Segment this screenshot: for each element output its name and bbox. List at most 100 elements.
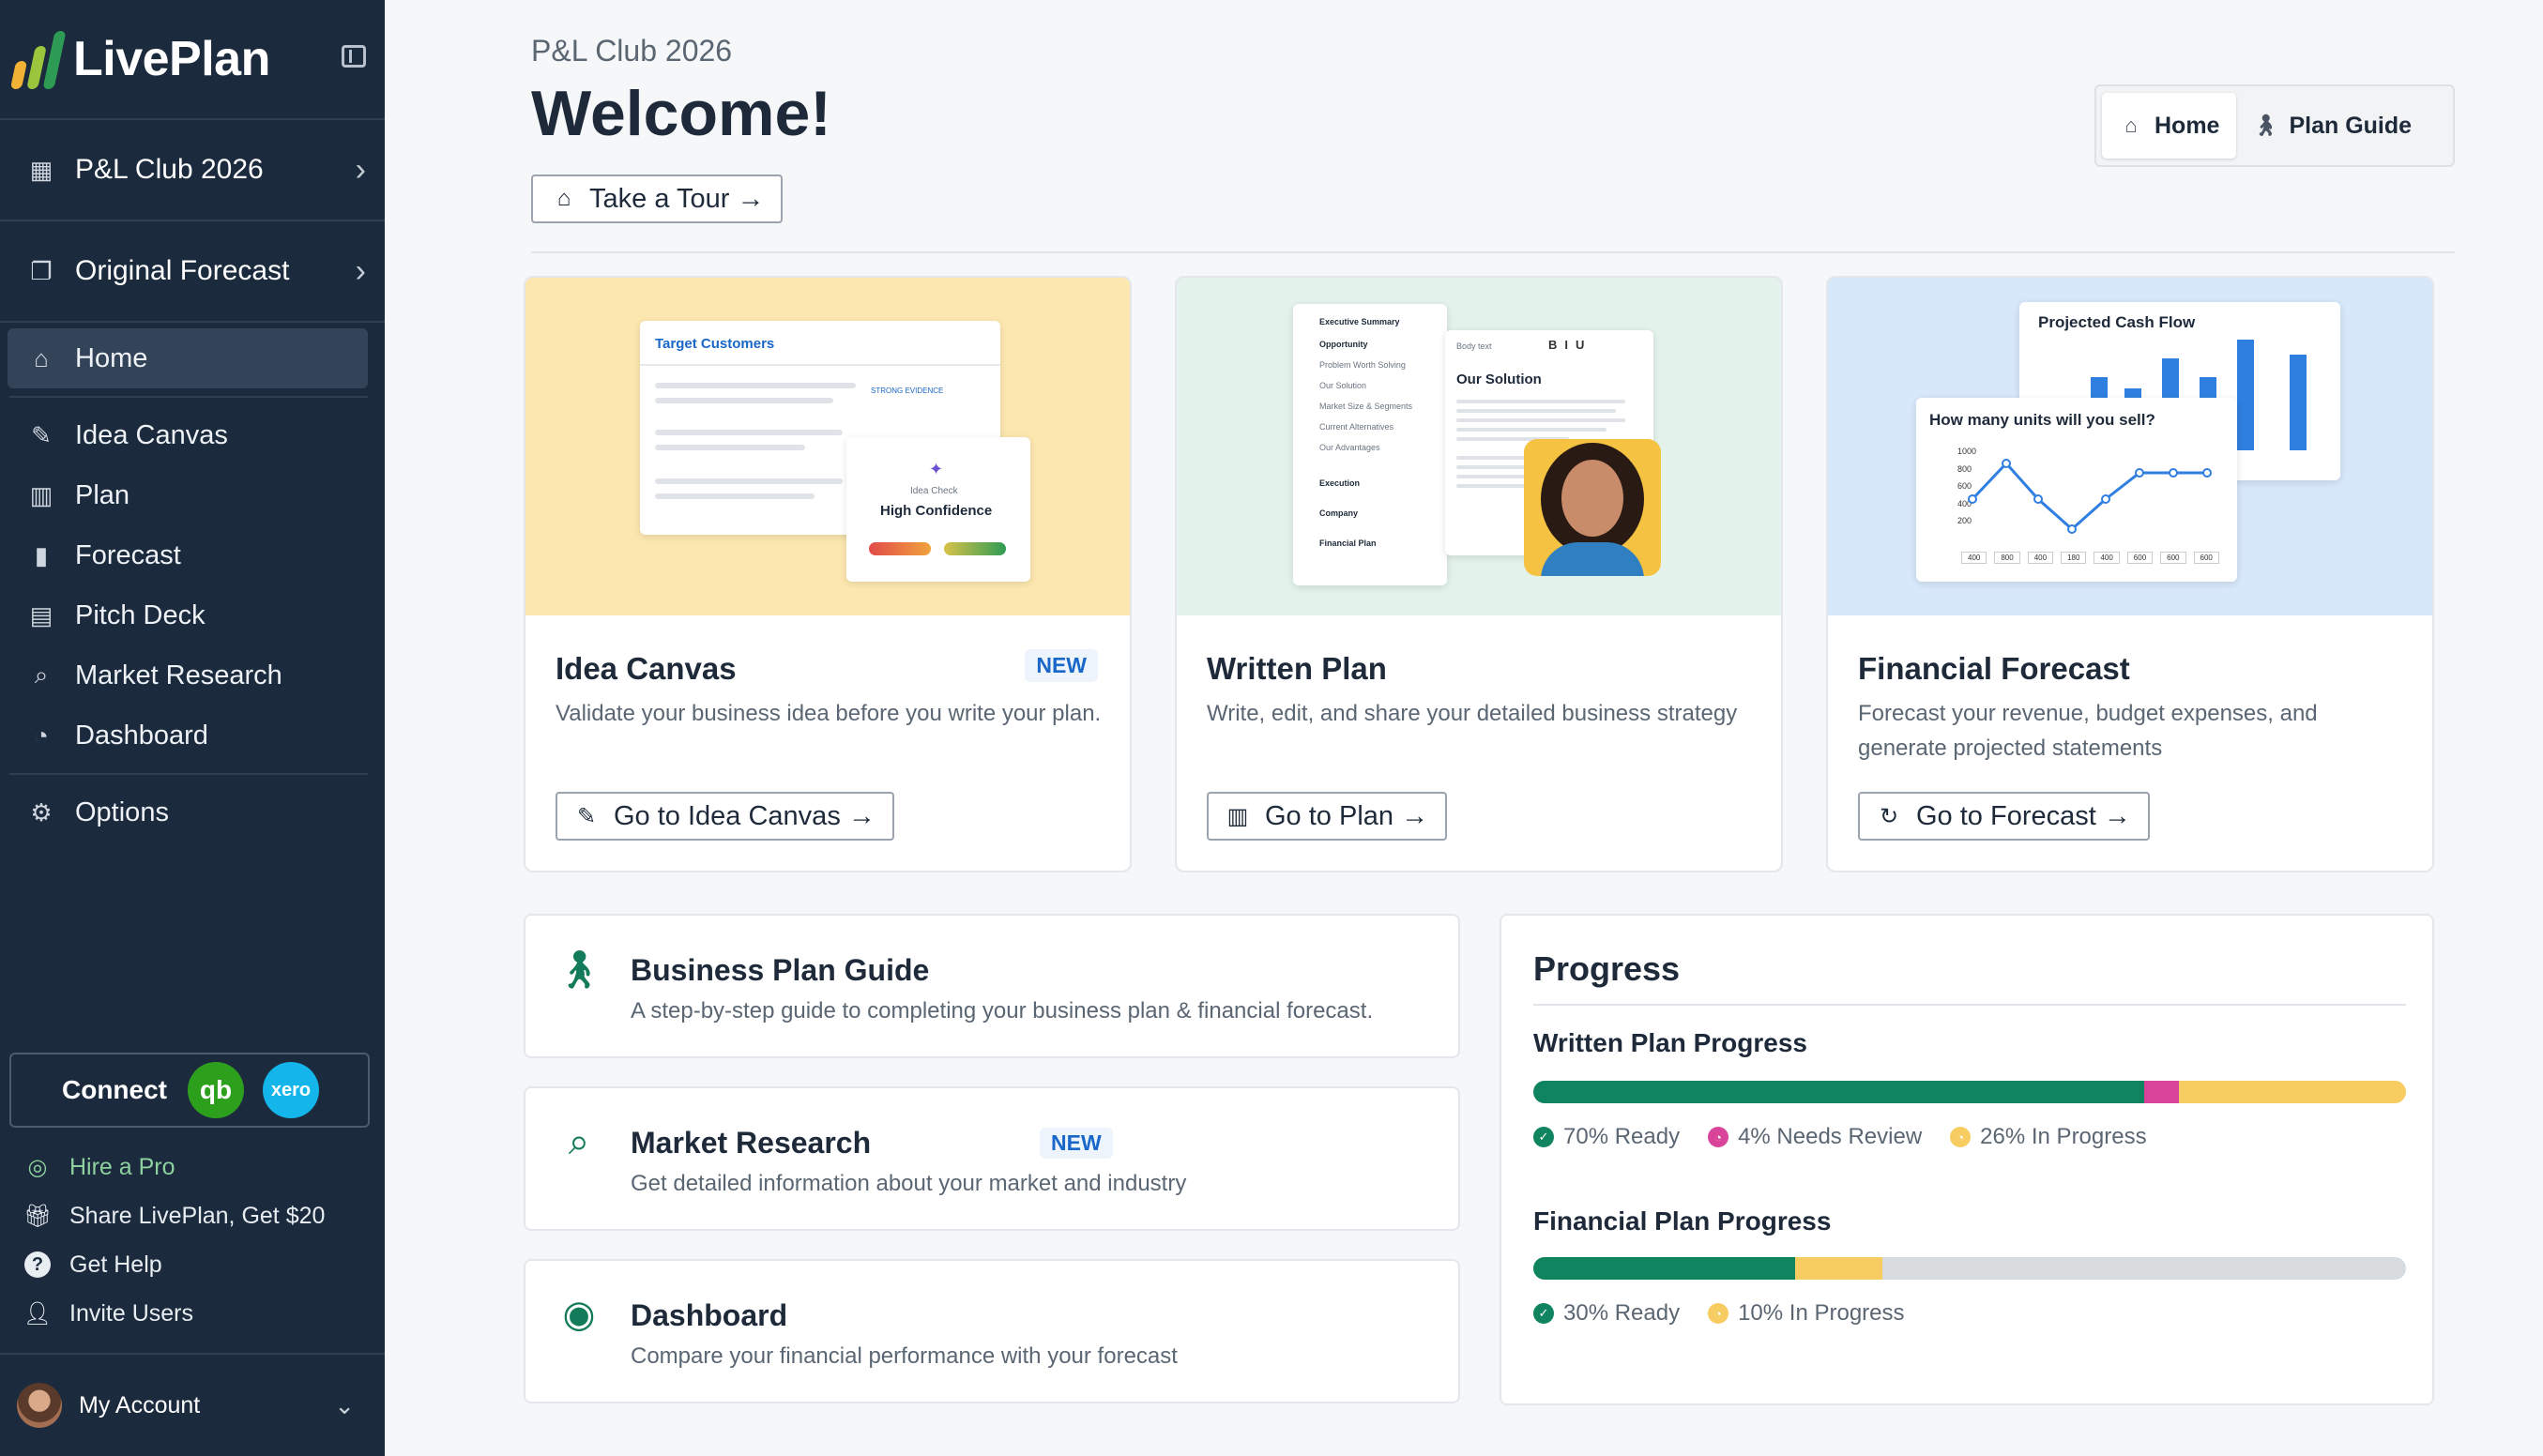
home-icon: ⌂ <box>34 343 49 372</box>
legend-ready: 70% Ready <box>1563 1124 1681 1149</box>
store-icon: ▦ <box>29 155 53 184</box>
sidebar-item-label: Idea Canvas <box>75 419 228 450</box>
go-to-forecast-button[interactable]: ↻ Go to Forecast → <box>1858 792 2150 841</box>
financial-forecast-illustration: Projected Cash Flow How many units will … <box>1828 278 2432 615</box>
toc-item: Executive Summary <box>1319 317 1400 326</box>
sidebar-item-dashboard[interactable]: ◔ Dashboard <box>0 705 385 766</box>
my-account-menu[interactable]: My Account ⌄ <box>0 1353 385 1456</box>
tile-title: Market Research <box>631 1126 872 1160</box>
sheet-title: Target Customers <box>655 336 775 352</box>
tab-home[interactable]: ⌂ Home <box>2102 93 2237 159</box>
tab-plan-guide[interactable]: 🚶︎ Plan Guide <box>2236 93 2429 159</box>
button-label: Go to Idea Canvas → <box>614 800 876 831</box>
editor-heading: Our Solution <box>1456 372 1542 387</box>
progress-panel: Progress Written Plan Progress ✓ 70% Read… <box>1500 914 2434 1405</box>
business-plan-guide-tile[interactable]: 🚶︎ Business Plan Guide A step-by-step gu… <box>524 914 1460 1058</box>
progress-title: Progress <box>1533 949 1681 988</box>
market-research-tile[interactable]: ⌕ Market Research NEW Get detailed infor… <box>524 1086 1460 1231</box>
forecast-selector[interactable]: ❐ Original Forecast › <box>0 221 385 323</box>
chevron-right-icon: › <box>355 151 366 188</box>
invite-users-label: Invite Users <box>69 1299 193 1327</box>
sidebar-item-plan[interactable]: ▥ Plan <box>0 465 385 525</box>
idea-canvas-card: Target Customers STRONG EVIDENCE ✦ Idea … <box>524 276 1132 872</box>
sidebar-item-idea-canvas[interactable]: ✎ Idea Canvas <box>0 405 385 465</box>
sidebar-item-label: Forecast <box>75 539 181 570</box>
units-chart-sheet: How many units will you sell? 1000 800 600… <box>1916 398 2237 582</box>
sidebar-item-forecast[interactable]: ▮ Forecast <box>0 525 385 585</box>
add-user-icon: 👤︎ <box>23 1300 53 1327</box>
quickbooks-icon: qb <box>188 1062 244 1118</box>
sidebar-item-market-research[interactable]: ⌕ Market Research <box>0 645 385 705</box>
toc-item: Current Alternatives <box>1319 422 1394 432</box>
go-to-idea-canvas-button[interactable]: ✎ Go to Idea Canvas → <box>556 792 894 841</box>
logo[interactable]: LivePlan <box>0 0 385 120</box>
idea-canvas-illustration: Target Customers STRONG EVIDENCE ✦ Idea … <box>525 278 1130 615</box>
card-description: Write, edit, and share your detailed bus… <box>1207 701 1738 726</box>
xero-icon: xero <box>263 1062 319 1118</box>
share-liveplan-label: Share LivePlan, Get $20 <box>69 1202 326 1229</box>
invite-users-link[interactable]: 👤︎ Invite Users <box>23 1298 193 1328</box>
sidebar-item-label: Pitch Deck <box>75 599 206 630</box>
sidebar-item-label: Market Research <box>75 660 282 690</box>
toc-item: Our Advantages <box>1319 443 1380 452</box>
legend-in-progress: 26% In Progress <box>1980 1124 2147 1149</box>
legend-in-progress: 10% In Progress <box>1738 1300 1905 1326</box>
cash-flow-title: Projected Cash Flow <box>2038 313 2196 331</box>
sidebar-item-label: Dashboard <box>75 720 208 751</box>
take-a-tour-button[interactable]: ⌂ Take a Tour → <box>531 174 784 223</box>
project-selector[interactable]: ▦ P&L Club 2026 › <box>0 120 385 221</box>
dashboard-tile[interactable]: ◉ Dashboard Compare your financial perfo… <box>524 1259 1460 1403</box>
x-axis-ticks: 400 800 400 180 400 600 600 600 <box>1961 552 2219 564</box>
sidebar-collapse-icon[interactable] <box>342 45 366 68</box>
button-label: Go to Forecast → <box>1916 800 2131 831</box>
card-title: Idea Canvas <box>556 651 737 686</box>
my-account-label: My Account <box>79 1391 201 1418</box>
page-project-name: P&L Club 2026 <box>531 34 733 68</box>
help-icon: ? <box>23 1250 53 1280</box>
tile-description: Compare your financial performance with … <box>631 1343 1178 1369</box>
hire-a-pro-link[interactable]: ◎ Hire a Pro <box>23 1152 175 1182</box>
idea-check-label: Idea Check <box>910 486 958 496</box>
chevron-down-icon: ⌄ <box>334 1390 355 1419</box>
liveplan-logo-icon <box>9 29 67 89</box>
financial-forecast-card: Projected Cash Flow How many units will … <box>1826 276 2434 872</box>
connect-integrations-button[interactable]: Connect qb xero <box>9 1053 370 1128</box>
gift-icon: 🎁︎ <box>23 1203 53 1229</box>
ready-segment <box>1533 1081 2144 1103</box>
sidebar-item-options[interactable]: ⚙ Options <box>0 782 385 842</box>
in-progress-segment <box>2179 1081 2406 1103</box>
check-circle-icon: ✓ <box>1533 1303 1554 1324</box>
project-name: P&L Club 2026 <box>75 154 264 185</box>
get-help-link[interactable]: ? Get Help <box>23 1250 162 1280</box>
sidebar: LivePlan ▦ P&L Club 2026 › ❐ Original Fo… <box>0 0 385 1456</box>
in-progress-icon: ◔ <box>1950 1127 1972 1147</box>
written-plan-progress-bar <box>1533 1081 2406 1103</box>
toc-item: Financial Plan <box>1319 538 1377 548</box>
format-toolbar-icon: BIU <box>1548 338 1592 352</box>
view-toggle: ⌂ Home 🚶︎ Plan Guide <box>2094 84 2455 167</box>
card-title: Written Plan <box>1207 651 1387 686</box>
card-description: Validate your business idea before you w… <box>556 701 1102 726</box>
legend-needs-review: 4% Needs Review <box>1738 1124 1923 1149</box>
search-list-icon: ⌕ <box>34 660 49 689</box>
toolbar-label: Body text <box>1456 341 1492 351</box>
toc-item: Opportunity <box>1319 340 1368 349</box>
plan-outline-sheet: Executive Summary Opportunity Problem Wo… <box>1293 304 1447 585</box>
written-plan-illustration: Executive Summary Opportunity Problem Wo… <box>1177 278 1781 615</box>
map-icon: ▥ <box>29 480 53 509</box>
check-circle-icon: ✓ <box>1533 1127 1554 1147</box>
financial-plan-progress-bar <box>1533 1257 2406 1280</box>
written-plan-card: Executive Summary Opportunity Problem Wo… <box>1175 276 1783 872</box>
gauge-icon: ◉ <box>562 1294 596 1335</box>
sidebar-item-pitch-deck[interactable]: ▤ Pitch Deck <box>0 585 385 645</box>
take-a-tour-label: Take a Tour → <box>589 183 765 214</box>
card-title: Financial Forecast <box>1858 651 2130 686</box>
sidebar-item-home[interactable]: ⌂ Home <box>8 328 368 388</box>
tab-plan-guide-label: Plan Guide <box>2289 112 2413 139</box>
home-icon: ⌂ <box>2124 114 2138 137</box>
hiker-icon: 🚶︎ <box>555 948 603 991</box>
confidence-label: High Confidence <box>880 503 993 519</box>
tile-title: Dashboard <box>631 1298 788 1332</box>
share-liveplan-link[interactable]: 🎁︎ Share LivePlan, Get $20 <box>23 1201 326 1231</box>
go-to-plan-button[interactable]: ▥ Go to Plan → <box>1207 792 1448 841</box>
